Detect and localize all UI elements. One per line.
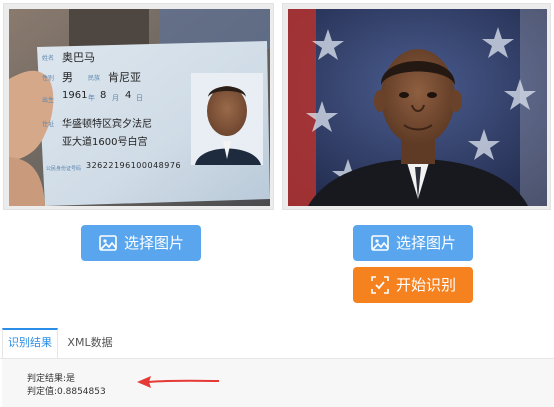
id-number-label: 公民身份证号码 [46, 166, 82, 172]
annotation-arrow-icon [137, 376, 220, 388]
portrait-photo-frame [282, 3, 551, 210]
image-icon [99, 235, 117, 251]
select-image-button-right[interactable]: 选择图片 [353, 225, 473, 261]
select-image-label-left: 选择图片 [123, 234, 184, 252]
address-line-2: 亚大道1600号白宫 [62, 137, 148, 148]
birth-year-unit: 年 [88, 94, 95, 102]
select-image-label-right: 选择图片 [395, 234, 456, 252]
portrait-photo [288, 9, 547, 206]
sex-label: 性别 [42, 75, 55, 82]
birth-day: 4 [125, 90, 132, 101]
sex-value: 男 [62, 71, 73, 84]
address-line-1: 华盛顿特区宾夕法尼 [62, 119, 152, 130]
name-value: 奥巴马 [62, 51, 95, 64]
start-recognition-label: 开始识别 [395, 276, 456, 294]
id-card-text: 姓名 奥巴马 性别 男 民族 肯尼亚 出生 1961 年 8 月 4 日 住址 … [42, 49, 192, 189]
start-recognition-button[interactable]: 开始识别 [353, 267, 473, 303]
nation-label: 民族 [88, 75, 101, 82]
result-verdict: 判定结果:是 [27, 374, 76, 384]
tab-xml-data[interactable]: XML数据 [62, 328, 118, 358]
result-tabbar: 识别结果 XML数据 [0, 328, 554, 359]
birth-day-unit: 日 [136, 94, 143, 102]
result-panel: 判定结果:是 判定值:0.8854853 [2, 359, 554, 407]
address-label: 住址 [42, 121, 55, 128]
id-card-photo-frame: 姓名 奥巴马 性别 男 民族 肯尼亚 出生 1961 年 8 月 4 日 住址 … [3, 3, 274, 210]
scan-check-icon [371, 276, 389, 294]
birth-year: 1961 [62, 90, 88, 101]
id-number-value: 32622196100048976 [86, 161, 182, 170]
birth-label: 出生 [42, 97, 55, 104]
birth-month-unit: 月 [112, 94, 119, 102]
image-icon [371, 235, 389, 251]
name-label: 姓名 [42, 55, 55, 62]
result-score: 判定值:0.8854853 [27, 387, 106, 397]
tab-recognition-result[interactable]: 识别结果 [2, 328, 58, 358]
birth-month: 8 [100, 90, 107, 101]
select-image-button-left[interactable]: 选择图片 [81, 225, 201, 261]
nation-value: 肯尼亚 [108, 71, 141, 84]
